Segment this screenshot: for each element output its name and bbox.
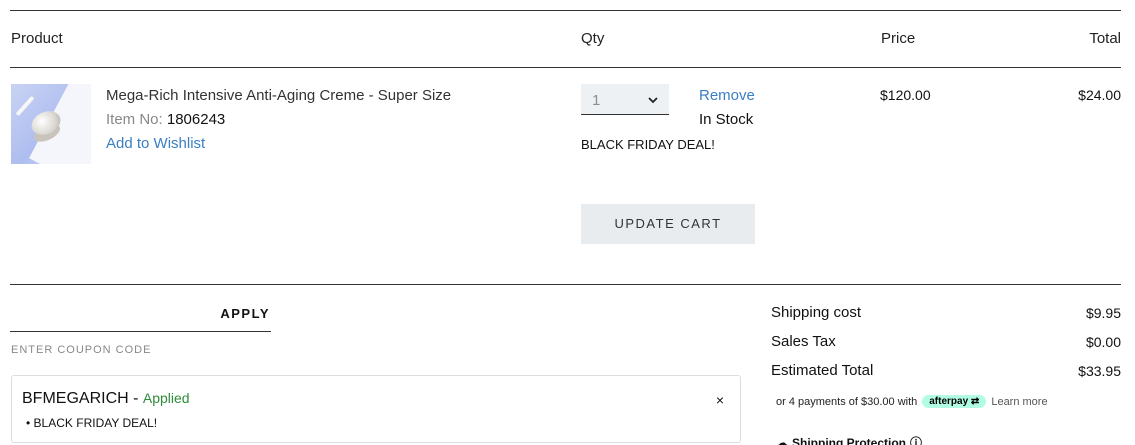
product-image[interactable] — [11, 84, 91, 164]
sales-tax-value: $0.00 — [1085, 334, 1121, 350]
info-icon[interactable]: ⓘ — [910, 434, 922, 445]
quantity-select[interactable]: 1 — [581, 84, 669, 115]
header-total: Total — [1089, 30, 1121, 47]
learn-more-link[interactable]: Learn more — [991, 396, 1047, 408]
apply-coupon-button[interactable]: APPLY — [10, 300, 271, 332]
top-divider — [10, 10, 1121, 11]
coupon-status: Applied — [142, 390, 190, 406]
afterpay-line: or 4 payments of $30.00 with afterpay ⇄ … — [776, 395, 1048, 408]
quantity-value: 1 — [592, 92, 601, 109]
update-cart-button[interactable]: UPDATE CART — [581, 204, 755, 244]
sales-tax-label: Sales Tax — [771, 333, 836, 350]
header-product: Product — [11, 30, 63, 47]
estimated-total-label: Estimated Total — [771, 362, 874, 379]
shipping-protection[interactable]: ☁ Shipping Protection ⓘ — [776, 434, 922, 445]
summary-divider — [10, 284, 1121, 285]
shipping-cost-value: $9.95 — [1085, 305, 1121, 321]
item-number-value: 1806243 — [166, 111, 226, 128]
coupon-input[interactable]: ENTER COUPON CODE — [11, 344, 151, 356]
remove-link[interactable]: Remove — [699, 87, 755, 104]
item-price: $120.00 — [880, 87, 931, 103]
item-total: $24.00 — [1078, 87, 1121, 103]
shield-icon: ☁ — [776, 435, 788, 445]
coupon-code-text: BFMEGARICH — [22, 390, 129, 407]
close-icon[interactable]: × — [716, 392, 724, 408]
add-to-wishlist-link[interactable]: Add to Wishlist — [106, 135, 205, 152]
shipping-protection-label: Shipping Protection — [792, 435, 906, 445]
estimated-total-value: $33.95 — [1078, 363, 1121, 379]
chevron-down-icon — [647, 93, 659, 111]
item-number: Item No: 1806243 — [106, 111, 225, 128]
item-number-label: Item No: — [106, 111, 163, 128]
shipping-cost-label: Shipping cost — [771, 304, 862, 321]
afterpay-text: or 4 payments of $30.00 with — [776, 395, 918, 408]
deal-label: BLACK FRIDAY DEAL! — [581, 137, 715, 152]
coupon-description: • BLACK FRIDAY DEAL! — [26, 416, 158, 430]
afterpay-logo: afterpay ⇄ — [922, 395, 987, 408]
applied-coupon-card: BFMEGARICH - Applied × • BLACK FRIDAY DE… — [11, 375, 741, 443]
stock-status: In Stock — [699, 111, 754, 128]
apply-label: APPLY — [220, 306, 270, 321]
header-qty: Qty — [581, 30, 605, 47]
coupon-code: BFMEGARICH - Applied — [22, 390, 190, 407]
product-name[interactable]: Mega-Rich Intensive Anti-Aging Creme - S… — [106, 87, 451, 104]
header-divider — [10, 67, 1121, 68]
header-price: Price — [881, 30, 916, 47]
